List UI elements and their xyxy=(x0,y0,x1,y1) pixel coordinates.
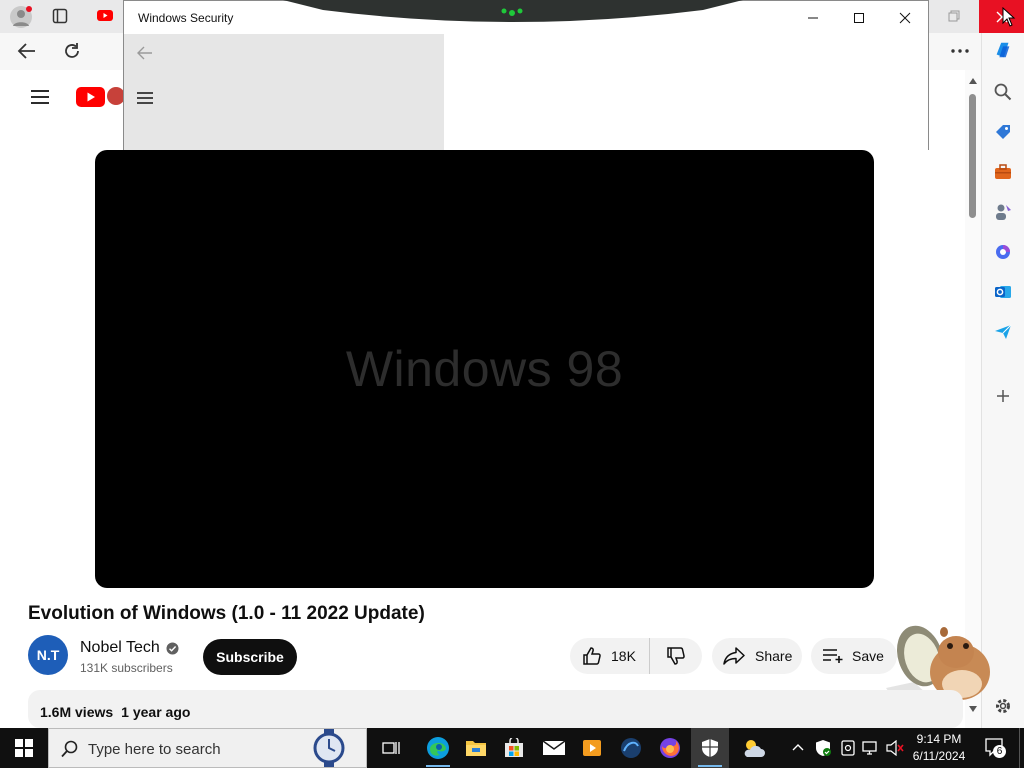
share-label: Share xyxy=(755,648,793,664)
network-tray-icon[interactable] xyxy=(862,740,880,756)
window-title: Windows Security xyxy=(138,11,234,25)
minimize-icon xyxy=(808,17,818,18)
active-app-indicator xyxy=(426,765,450,767)
clock-date: 6/11/2024 xyxy=(912,749,966,763)
profile-avatar-icon[interactable] xyxy=(10,6,32,28)
shopping-tag-icon[interactable] xyxy=(993,122,1013,142)
refresh-icon[interactable] xyxy=(62,41,82,61)
maximize-icon xyxy=(854,12,864,23)
device-tray-icon[interactable] xyxy=(840,740,856,756)
firefox-icon[interactable] xyxy=(651,728,689,768)
add-icon[interactable] xyxy=(993,386,1013,406)
clock-time: 9:14 PM xyxy=(916,732,962,746)
thumbs-up-icon xyxy=(583,647,601,665)
channel-name[interactable]: Nobel Tech xyxy=(80,639,160,657)
task-view-icon[interactable] xyxy=(372,728,410,768)
top-device-overlay xyxy=(283,0,743,24)
notification-center-icon[interactable]: 6 xyxy=(984,737,1006,759)
save-label: Save xyxy=(852,648,884,664)
search-highlight-clock-icon xyxy=(312,729,346,767)
back-icon[interactable] xyxy=(17,42,37,60)
dislike-button[interactable] xyxy=(650,638,702,674)
youtube-logo-icon[interactable] xyxy=(76,87,105,107)
view-count: 1.6M views xyxy=(40,704,114,720)
upload-age: 1 year ago xyxy=(121,704,191,720)
microsoft-store-icon[interactable] xyxy=(495,728,533,768)
microsoft-365-icon[interactable] xyxy=(993,242,1013,262)
tray-overflow-chevron-icon[interactable] xyxy=(792,743,804,751)
view-stats: 1.6M views 1 year ago xyxy=(40,704,190,720)
outlook-icon[interactable] xyxy=(993,282,1013,302)
more-options-icon[interactable] xyxy=(951,49,969,53)
show-desktop-button[interactable] xyxy=(1019,728,1024,768)
security-nav-pane xyxy=(124,34,444,151)
security-menu-icon[interactable] xyxy=(137,92,153,104)
tab-actions-icon[interactable] xyxy=(52,8,68,24)
subscribe-button[interactable]: Subscribe xyxy=(203,639,297,675)
channel-name-row[interactable]: Nobel Tech xyxy=(80,639,179,657)
channel-avatar[interactable]: N.T xyxy=(28,635,68,675)
mouse-cursor-icon xyxy=(1002,7,1016,27)
like-count: 18K xyxy=(611,648,636,664)
start-button[interactable] xyxy=(5,728,43,768)
video-frame-text: Windows 98 xyxy=(345,341,624,397)
description-box[interactable]: 1.6M views 1 year ago xyxy=(28,690,963,728)
games-icon[interactable] xyxy=(993,202,1013,222)
security-back-icon[interactable] xyxy=(137,46,153,60)
share-button[interactable]: Share xyxy=(712,638,802,674)
mail-icon[interactable] xyxy=(535,728,573,768)
copilot-icon[interactable] xyxy=(993,40,1013,60)
minimize-button[interactable] xyxy=(790,1,836,34)
subscriber-count: 131K subscribers xyxy=(80,661,173,675)
send-icon[interactable] xyxy=(993,322,1013,342)
video-title: Evolution of Windows (1.0 - 11 2022 Upda… xyxy=(28,603,425,624)
tools-briefcase-icon[interactable] xyxy=(993,162,1013,182)
taskbar-search-box[interactable]: Type here to search xyxy=(48,728,367,768)
weather-icon[interactable] xyxy=(735,728,773,768)
scrollbar-thumb[interactable] xyxy=(969,94,976,218)
taskbar-clock[interactable]: 9:14 PM 6/11/2024 xyxy=(906,731,972,765)
like-button[interactable]: 18K xyxy=(570,638,650,674)
defender-tray-icon[interactable] xyxy=(815,739,831,757)
youtube-menu-icon[interactable] xyxy=(31,90,49,104)
app-globe-icon[interactable] xyxy=(612,728,650,768)
windows-taskbar: Type here to search 9:14 PM 6/11/2024 6 xyxy=(0,728,1024,768)
browser-restore-icon[interactable] xyxy=(946,8,962,24)
file-explorer-icon[interactable] xyxy=(457,728,495,768)
windows-logo-icon xyxy=(15,739,33,757)
save-playlist-icon xyxy=(823,649,843,663)
taskbar-search-icon xyxy=(61,740,79,758)
media-player-icon[interactable] xyxy=(573,728,611,768)
taskbar-search-placeholder: Type here to search xyxy=(88,741,221,758)
scroll-up-arrow-icon[interactable] xyxy=(969,78,977,84)
like-dislike-group: 18K xyxy=(570,638,702,674)
share-icon xyxy=(723,647,745,665)
video-player[interactable]: Windows 98 xyxy=(95,150,874,588)
close-icon xyxy=(899,12,911,23)
notification-count-badge: 6 xyxy=(993,745,1006,758)
maximize-button[interactable] xyxy=(836,1,882,34)
verified-badge-icon xyxy=(166,642,179,655)
volume-muted-icon[interactable] xyxy=(886,740,904,756)
search-icon[interactable] xyxy=(993,82,1013,102)
close-button[interactable] xyxy=(882,1,928,34)
active-app-indicator xyxy=(698,765,722,767)
edge-browser-icon[interactable] xyxy=(419,728,457,768)
windows-security-taskbar-icon[interactable] xyxy=(691,728,729,768)
thumbs-down-icon xyxy=(667,647,685,665)
youtube-tab-icon[interactable] xyxy=(97,10,113,21)
